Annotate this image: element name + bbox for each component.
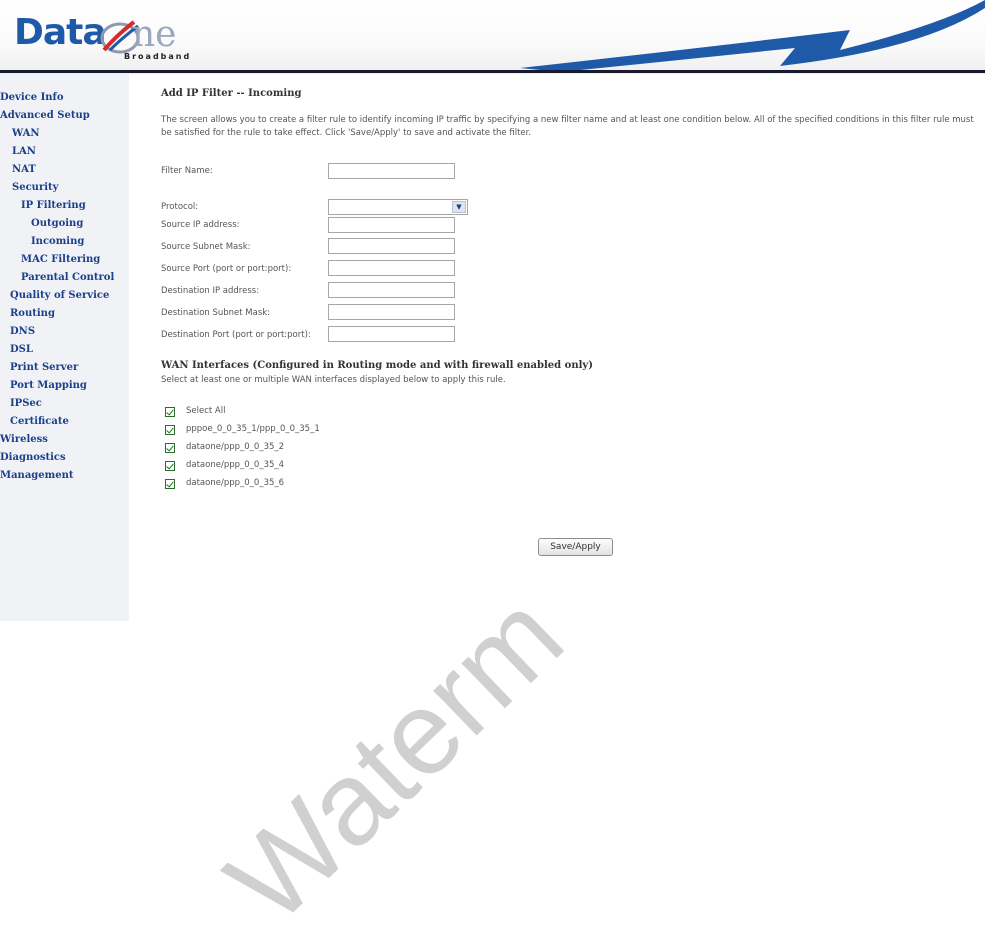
destination-port-input[interactable]: [328, 326, 455, 342]
wan-interfaces-heading: WAN Interfaces (Configured in Routing mo…: [161, 360, 593, 371]
nav-outgoing[interactable]: Outgoing: [31, 218, 83, 229]
nav-parental-control[interactable]: Parental Control: [21, 272, 114, 283]
source-mask-input[interactable]: [328, 238, 455, 254]
nav-mac-filtering[interactable]: MAC Filtering: [21, 254, 100, 265]
dataone-logo: Data ne Broadband: [14, 12, 214, 64]
nav-dsl[interactable]: DSL: [10, 344, 33, 355]
source-ip-input[interactable]: [328, 217, 455, 233]
destination-port-label: Destination Port (port or port:port):: [161, 330, 311, 340]
nav-ip-filtering[interactable]: IP Filtering: [21, 200, 86, 211]
nav-advanced-setup[interactable]: Advanced Setup: [0, 110, 90, 121]
watermark-text: Waterm: [202, 569, 588, 948]
logo-text-data: Data: [14, 12, 107, 53]
source-port-input[interactable]: [328, 260, 455, 276]
nav-dns[interactable]: DNS: [10, 326, 35, 337]
filter-name-label: Filter Name:: [161, 166, 213, 176]
destination-mask-label: Destination Subnet Mask:: [161, 308, 271, 318]
checkbox-label: dataone/ppp_0_0_35_2: [186, 442, 285, 452]
page-title: Add IP Filter -- Incoming: [161, 88, 302, 99]
nav-security[interactable]: Security: [12, 182, 58, 193]
nav-port-mapping[interactable]: Port Mapping: [10, 380, 87, 391]
logo-text-ne: ne: [132, 14, 177, 55]
header-swoosh-graphic: [520, 0, 985, 72]
source-ip-label: Source IP address:: [161, 220, 240, 230]
header-banner: Data ne Broadband: [0, 0, 985, 74]
protocol-label: Protocol:: [161, 202, 199, 212]
wan-interfaces-subtext: Select at least one or multiple WAN inte…: [161, 375, 506, 385]
nav-print-server[interactable]: Print Server: [10, 362, 78, 373]
wan-checkbox[interactable]: [165, 461, 175, 471]
nav-quality-of-service[interactable]: Quality of Service: [10, 290, 109, 301]
nav-routing[interactable]: Routing: [10, 308, 55, 319]
source-mask-label: Source Subnet Mask:: [161, 242, 251, 252]
page-description: The screen allows you to create a filter…: [161, 115, 974, 138]
nav-ipsec[interactable]: IPSec: [10, 398, 42, 409]
checkbox-label: pppoe_0_0_35_1/ppp_0_0_35_1: [186, 424, 320, 434]
checkbox-label: dataone/ppp_0_0_35_6: [186, 478, 285, 488]
protocol-select[interactable]: ▼: [328, 199, 468, 215]
nav-incoming[interactable]: Incoming: [31, 236, 84, 247]
nav-management[interactable]: Management: [0, 470, 74, 481]
wan-checkbox[interactable]: [165, 479, 175, 489]
nav-wireless[interactable]: Wireless: [0, 434, 48, 445]
destination-mask-input[interactable]: [328, 304, 455, 320]
checkbox-label: dataone/ppp_0_0_35_4: [186, 460, 285, 470]
destination-ip-label: Destination IP address:: [161, 286, 260, 296]
nav-lan[interactable]: LAN: [12, 146, 36, 157]
save-apply-button[interactable]: Save/Apply: [538, 538, 613, 556]
nav-certificate[interactable]: Certificate: [10, 416, 69, 427]
wan-checkbox[interactable]: [165, 425, 175, 435]
checkbox-label: Select All: [186, 406, 226, 416]
chevron-down-icon[interactable]: ▼: [452, 201, 466, 213]
sidebar-nav: Device Info Advanced Setup WAN LAN NAT S…: [0, 74, 129, 621]
nav-wan[interactable]: WAN: [12, 128, 40, 139]
header-divider: [0, 70, 985, 73]
destination-ip-input[interactable]: [328, 282, 455, 298]
nav-nat[interactable]: NAT: [12, 164, 36, 175]
filter-name-input[interactable]: [328, 163, 455, 179]
select-all-checkbox[interactable]: [165, 407, 175, 417]
wan-checkbox[interactable]: [165, 443, 175, 453]
source-port-label: Source Port (port or port:port):: [161, 264, 292, 274]
nav-device-info[interactable]: Device Info: [0, 92, 64, 103]
logo-tagline: Broadband: [124, 52, 192, 61]
nav-diagnostics[interactable]: Diagnostics: [0, 452, 66, 463]
